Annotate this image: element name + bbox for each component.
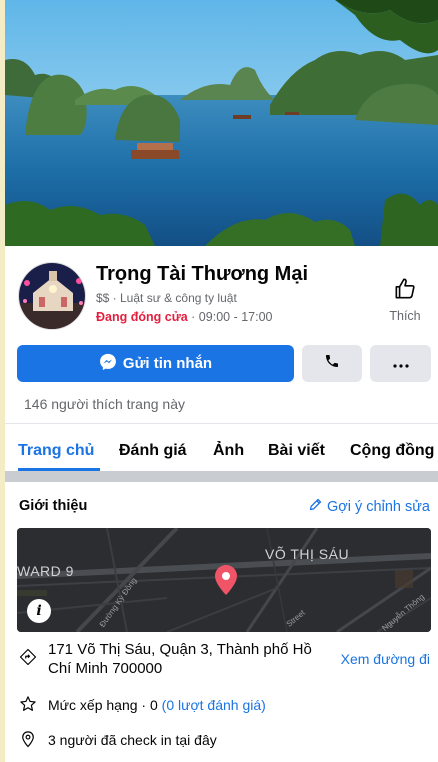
directions-diamond-icon (19, 648, 37, 671)
page-likes-count: 146 người thích trang này (24, 396, 185, 412)
location-map[interactable]: VÕ THỊ SÁU WARD 9 Đường Kỳ Đồng Street N… (17, 528, 431, 632)
page-name: Trọng Tài Thương Mại (96, 263, 309, 285)
pencil-icon (308, 497, 323, 516)
opening-hours: · 09:00 - 17:00 (187, 310, 273, 324)
like-button[interactable]: Thích (380, 276, 430, 323)
tab-photos[interactable]: Ảnh (213, 442, 244, 460)
tab-posts[interactable]: Bài viết (268, 442, 325, 460)
send-message-button[interactable]: Gửi tin nhắn (17, 345, 294, 382)
like-label: Thích (389, 309, 421, 323)
cover-photo[interactable] (5, 0, 438, 246)
page-tabs: Trang chủ Đánh giá Ảnh Bài viết Cộng đồn… (5, 423, 438, 471)
section-separator (5, 471, 438, 482)
get-directions-link[interactable]: Xem đường đi (341, 651, 430, 667)
suggest-edit-label: Gợi ý chỉnh sửa (326, 498, 430, 515)
map-pin-icon (215, 565, 237, 600)
phone-icon (324, 353, 340, 374)
call-button[interactable] (302, 345, 362, 382)
rating-text: Mức xếp hạng · 0 (48, 697, 162, 713)
messenger-icon (99, 353, 117, 375)
location-pin-icon (19, 730, 37, 753)
map-label-street: VÕ THỊ SÁU (265, 546, 350, 562)
reviews-count-link[interactable]: (0 lượt đánh giá) (162, 697, 266, 713)
tab-community[interactable]: Cộng đồng (350, 442, 434, 460)
page-header: Trọng Tài Thương Mại $$ · Luật sư & công… (5, 246, 438, 336)
suggest-edit-link[interactable]: Gợi ý chỉnh sửa (308, 497, 430, 516)
checkins-count: 3 người đã check in tại đây (48, 732, 217, 748)
map-info-icon[interactable]: i (27, 599, 51, 623)
star-icon (19, 695, 37, 718)
page-category: $$ · Luật sư & công ty luật (96, 291, 237, 305)
about-heading: Giới thiệu (19, 498, 88, 514)
rating-row: Mức xếp hạng · 0 (0 lượt đánh giá) (48, 697, 266, 713)
more-options-button[interactable] (370, 345, 431, 382)
map-label-ward: WARD 9 (17, 563, 74, 579)
closed-status: Đang đóng cửa (96, 310, 188, 324)
thumbs-up-icon (392, 278, 418, 306)
page-address: 171 Võ Thị Sáu, Quận 3, Thành phố Hồ Chí… (48, 641, 312, 677)
more-dots-icon (392, 355, 409, 373)
send-message-label: Gửi tin nhắn (122, 355, 213, 372)
open-status: Đang đóng cửa · 09:00 - 17:00 (96, 310, 272, 324)
page-avatar[interactable] (18, 262, 86, 330)
tab-home[interactable]: Trang chủ (18, 442, 94, 460)
tab-reviews[interactable]: Đánh giá (119, 442, 187, 460)
